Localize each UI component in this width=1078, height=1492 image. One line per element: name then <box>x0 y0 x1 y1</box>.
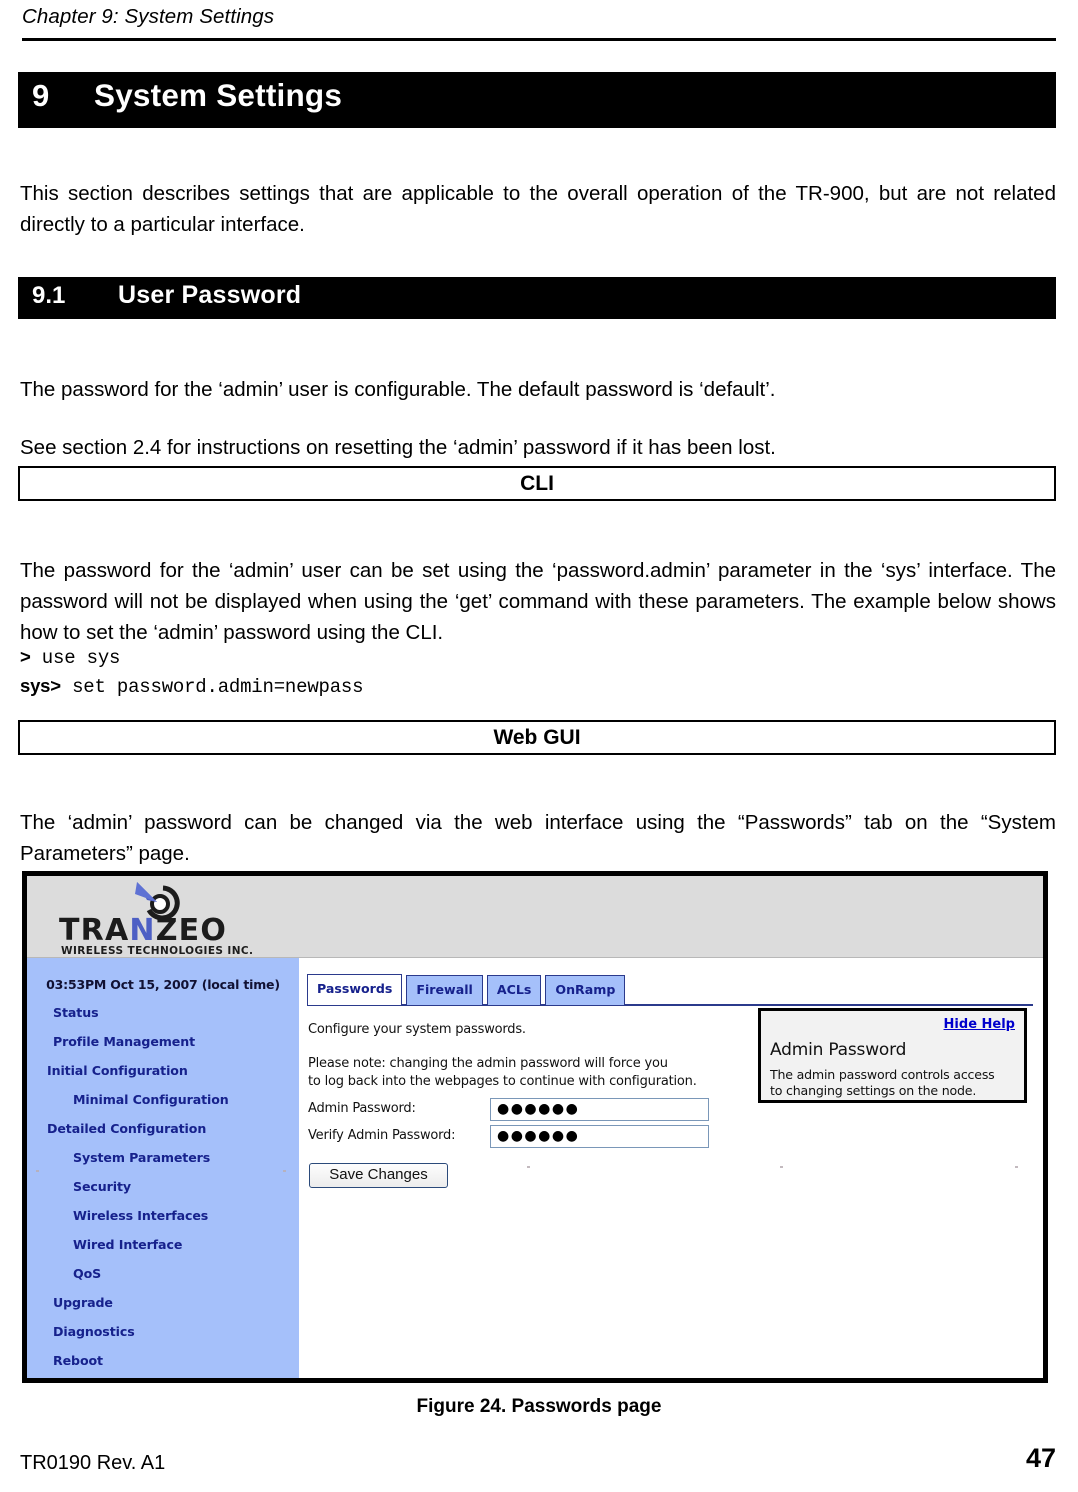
sidebar-item-detailed-configuration[interactable]: Detailed Configuration <box>27 1114 299 1143</box>
hide-help-link[interactable]: Hide Help <box>770 1017 1015 1033</box>
wordmark-pre: TRA <box>59 913 130 948</box>
cli-command: use sys <box>30 647 121 669</box>
cli-code-block: > use sys sys> set password.admin=newpas… <box>20 643 920 701</box>
chapter-number: 9 <box>32 78 50 113</box>
help-body: The admin password controls access to ch… <box>770 1067 1015 1099</box>
sidebar-clock: 03:53PM Oct 15, 2007 (local time) <box>46 977 280 992</box>
content-note-line-2: to log back into the webpages to continu… <box>308 1074 697 1089</box>
tab-acls[interactable]: ACLs <box>486 975 542 1005</box>
content-intro-text: Configure your system passwords. <box>308 1022 526 1037</box>
footer-page-number: 47 <box>1025 1443 1056 1473</box>
sidebar-item-wired-interface[interactable]: Wired Interface <box>27 1230 299 1259</box>
webgui-paragraph: The ‘admin’ password can be changed via … <box>20 810 1056 865</box>
section-title: User Password <box>118 281 302 309</box>
figure-caption: Figure 24. Passwords page <box>416 1396 662 1417</box>
sidebar-item-security[interactable]: Security <box>27 1172 299 1201</box>
content-note-text: Please note: changing the admin password… <box>308 1055 697 1091</box>
passwords-page-screenshot: TRANZEO WIRELESS TECHNOLOGIES INC. 03:53… <box>22 871 1048 1383</box>
sidebar-item-qos[interactable]: QoS <box>27 1259 299 1288</box>
header-divider <box>22 38 1056 41</box>
tabstrip: Passwords Firewall ACLs OnRamp <box>307 974 1033 1006</box>
cli-line: sys> set password.admin=newpass <box>20 672 920 701</box>
webgui-label-box: Web GUI <box>18 720 1056 755</box>
sidebar-item-wireless-interfaces[interactable]: Wireless Interfaces <box>27 1201 299 1230</box>
verify-password-label: Verify Admin Password: <box>308 1128 456 1143</box>
verify-password-input[interactable]: ●●●●●● <box>490 1125 709 1148</box>
sidebar-item-reboot[interactable]: Reboot <box>27 1346 299 1375</box>
sidebar-item-diagnostics[interactable]: Diagnostics <box>27 1317 299 1346</box>
tranzeo-tagline: WIRELESS TECHNOLOGIES INC. <box>61 945 254 957</box>
sidebar-item-upgrade[interactable]: Upgrade <box>27 1288 299 1317</box>
section-paragraph-2: See section 2.4 for instructions on rese… <box>20 435 776 459</box>
sidebar-item-minimal-configuration[interactable]: Minimal Configuration <box>27 1085 299 1114</box>
sidebar-item-profile-management[interactable]: Profile Management <box>27 1027 299 1056</box>
cli-paragraph: The password for the ‘admin’ user can be… <box>20 558 1056 644</box>
footer-document-id: TR0190 Rev. A1 <box>20 1452 166 1474</box>
cli-prompt: > <box>20 646 31 667</box>
save-changes-button[interactable]: Save Changes <box>309 1163 448 1188</box>
help-body-line-1: The admin password controls access <box>770 1067 995 1082</box>
gui-body: 03:53PM Oct 15, 2007 (local time) Status… <box>27 958 1043 1378</box>
wordmark-post: ZEO <box>155 913 228 948</box>
cli-prompt: sys> <box>20 675 61 696</box>
cli-line: > use sys <box>20 643 920 672</box>
scan-artifact-dot <box>36 1170 39 1172</box>
cli-label-box: CLI <box>18 466 1056 501</box>
chapter-title: System Settings <box>94 77 343 113</box>
wordmark-n: N <box>129 913 156 948</box>
gui-content: Passwords Firewall ACLs OnRamp Configure… <box>299 958 1043 1378</box>
admin-password-label: Admin Password: <box>308 1101 416 1116</box>
tabs-row: Passwords Firewall ACLs OnRamp <box>307 974 626 1005</box>
scan-artifact-dot <box>283 1170 286 1172</box>
help-panel: Hide Help Admin Password The admin passw… <box>758 1008 1027 1103</box>
scan-artifact-dot <box>527 1166 530 1168</box>
scan-artifact-dot <box>780 1166 783 1168</box>
tab-firewall[interactable]: Firewall <box>406 975 483 1005</box>
tranzeo-wordmark: TRANZEO <box>59 916 227 946</box>
scan-artifact-dot <box>1015 1166 1018 1168</box>
sidebar-item-status[interactable]: Status <box>27 998 299 1027</box>
tab-passwords[interactable]: Passwords <box>307 974 403 1005</box>
help-body-line-2: to changing settings on the node. <box>770 1083 977 1098</box>
tranzeo-logo: TRANZEO WIRELESS TECHNOLOGIES INC. <box>55 880 305 957</box>
chapter-intro-paragraph: This section describes settings that are… <box>20 181 1056 236</box>
sidebar-item-initial-configuration[interactable]: Initial Configuration <box>27 1056 299 1085</box>
help-title: Admin Password <box>770 1040 907 1060</box>
content-note-line-1: Please note: changing the admin password… <box>308 1056 668 1071</box>
admin-password-input[interactable]: ●●●●●● <box>490 1098 709 1121</box>
running-header-text: Chapter 9: System Settings <box>22 5 275 28</box>
chapter-heading-bar: 9 System Settings <box>18 72 1056 128</box>
section-heading-bar: 9.1 User Password <box>18 277 1056 319</box>
tab-onramp[interactable]: OnRamp <box>545 975 626 1005</box>
section-paragraph-1: The password for the ‘admin’ user is con… <box>20 377 776 401</box>
section-number: 9.1 <box>32 282 66 309</box>
cli-command: set password.admin=newpass <box>60 676 364 698</box>
gui-banner: TRANZEO WIRELESS TECHNOLOGIES INC. <box>27 876 1043 958</box>
sidebar-item-system-parameters[interactable]: System Parameters <box>27 1143 299 1172</box>
gui-sidebar: 03:53PM Oct 15, 2007 (local time) Status… <box>27 958 299 1378</box>
running-header: Chapter 9: System Settings <box>22 0 1056 46</box>
